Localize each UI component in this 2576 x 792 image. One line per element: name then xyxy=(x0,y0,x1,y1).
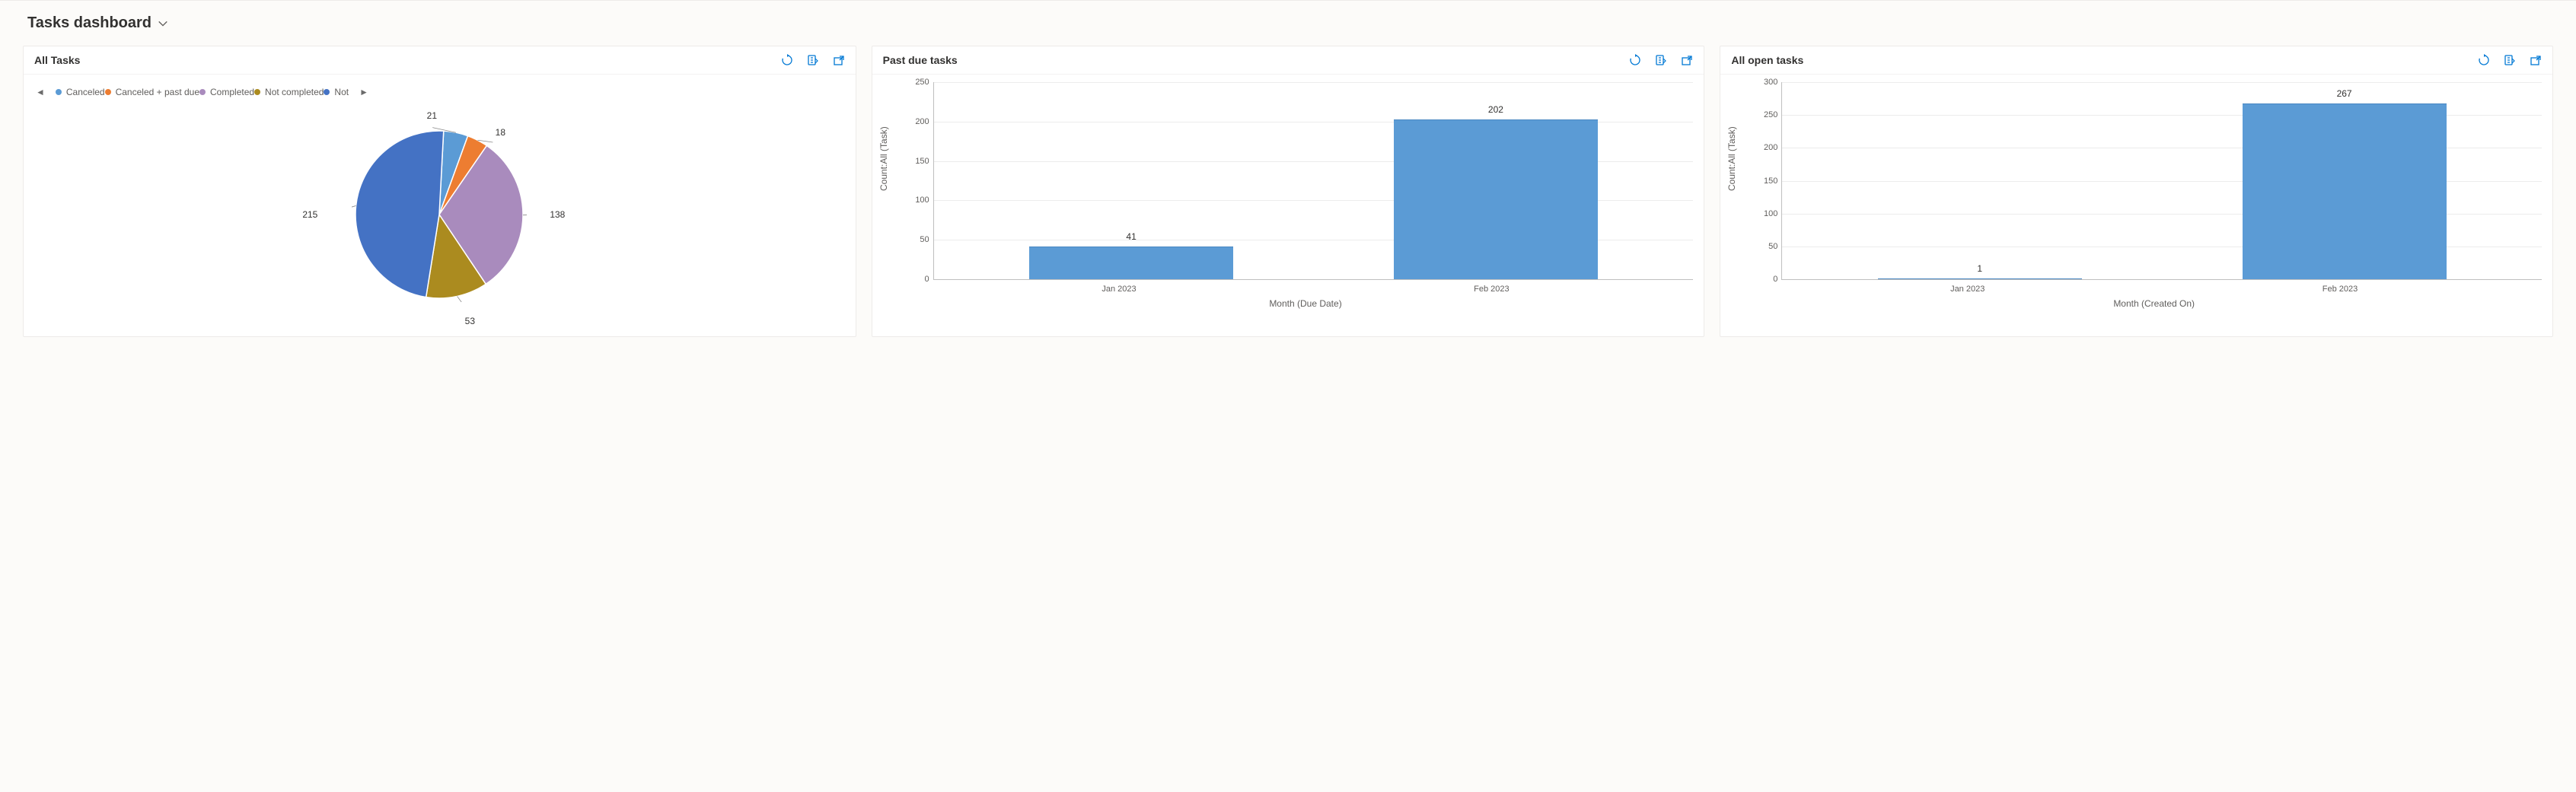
pie-value-label: 53 xyxy=(465,316,475,326)
bar[interactable] xyxy=(1394,119,1598,279)
y-tick-label: 200 xyxy=(915,117,929,126)
legend-label: Canceled xyxy=(66,87,105,97)
view-records-icon[interactable] xyxy=(2504,54,2516,66)
bar-value-label: 202 xyxy=(1488,104,1503,115)
card-actions xyxy=(1629,54,1693,66)
legend-swatch-icon xyxy=(56,89,62,95)
legend-label: Canceled + past due xyxy=(116,87,199,97)
bar-column[interactable]: 1 xyxy=(1834,263,2125,279)
bar-column[interactable]: 41 xyxy=(986,231,1277,279)
y-tick-label: 100 xyxy=(1764,209,1777,218)
bar-value-label: 267 xyxy=(2337,88,2352,99)
y-tick-label: 150 xyxy=(915,157,929,166)
pie-value-label: 18 xyxy=(496,127,505,138)
card-body: Count:All (Task) 0501001502002503001267 … xyxy=(1720,75,2552,326)
bar-column[interactable]: 202 xyxy=(1350,104,1641,279)
y-tick-label: 250 xyxy=(1764,110,1777,119)
legend-item[interactable]: Not completed xyxy=(254,87,324,97)
card-header: Past due tasks xyxy=(872,46,1704,75)
page-header: Tasks dashboard xyxy=(23,8,2553,46)
card-title: All Tasks xyxy=(34,54,80,66)
legend-label: Not completed xyxy=(265,87,324,97)
refresh-icon[interactable] xyxy=(2478,54,2490,66)
legend-swatch-icon xyxy=(105,89,111,95)
y-tick-label: 50 xyxy=(920,235,929,244)
y-tick-label: 0 xyxy=(925,275,929,284)
cards-row: All Tasks ◄ CanceledCanceled + pas xyxy=(23,46,2553,337)
bar-chart-past-due[interactable]: Count:All (Task) 05010015020025041202 Ja… xyxy=(883,82,1694,310)
card-header: All open tasks xyxy=(1720,46,2552,75)
x-tick-label: Jan 2023 xyxy=(1101,285,1136,294)
bar[interactable] xyxy=(1878,278,2082,279)
y-axis-label: Count:All (Task) xyxy=(1726,126,1737,191)
card-body: ◄ Canceled Canceled + past due Completed No… xyxy=(24,75,856,336)
x-tick-labels: Jan 2023 Feb 2023 xyxy=(918,280,1694,294)
dashboard-page: Tasks dashboard All Tasks xyxy=(0,0,2576,360)
legend-next-icon[interactable]: ► xyxy=(359,87,368,97)
card-open-tasks: All open tasks Count:All (Task) 05 xyxy=(1720,46,2553,337)
x-axis-label: Month (Created On) xyxy=(1766,298,2542,309)
bar[interactable] xyxy=(2243,103,2447,279)
legend-label: Not xyxy=(334,87,349,97)
legend-swatch-icon xyxy=(324,89,330,95)
pie-slice[interactable] xyxy=(355,131,444,297)
expand-icon[interactable] xyxy=(833,54,845,66)
x-tick-labels: Jan 2023 Feb 2023 xyxy=(1766,280,2542,294)
card-title: Past due tasks xyxy=(883,54,958,66)
view-records-icon[interactable] xyxy=(1655,54,1667,66)
legend-label: Completed xyxy=(210,87,254,97)
bar[interactable] xyxy=(1029,247,1233,279)
y-axis-label: Count:All (Task) xyxy=(878,126,889,191)
pie-chart[interactable]: 211813853215 xyxy=(34,108,845,321)
expand-icon[interactable] xyxy=(1681,54,1693,66)
pie-value-label: 215 xyxy=(302,209,317,220)
pie-value-label: 138 xyxy=(550,209,565,220)
legend-item[interactable]: Completed xyxy=(199,87,254,97)
x-tick-label: Jan 2023 xyxy=(1950,285,1985,294)
card-actions xyxy=(781,54,845,66)
card-body: Count:All (Task) 0 50 100 150 200 250 41 202 Ja… xyxy=(872,75,1704,326)
x-axis-label: Month (Due Date) xyxy=(918,298,1694,309)
card-past-due: Past due tasks Count:All (Task) 05 xyxy=(872,46,1705,337)
y-tick-label: 300 xyxy=(1764,78,1777,87)
card-title: All open tasks xyxy=(1731,54,1803,66)
legend-item[interactable]: Not xyxy=(324,87,349,97)
x-tick-label: Feb 2023 xyxy=(2323,285,2358,294)
card-header: All Tasks xyxy=(24,46,856,75)
refresh-icon[interactable] xyxy=(781,54,793,66)
bar-value-label: 41 xyxy=(1126,231,1136,242)
legend-item[interactable]: Canceled + past due xyxy=(105,87,199,97)
refresh-icon[interactable] xyxy=(1629,54,1641,66)
legend-swatch-icon xyxy=(199,89,206,95)
legend-swatch-icon xyxy=(254,89,260,95)
page-title: Tasks dashboard xyxy=(27,14,151,32)
view-records-icon[interactable] xyxy=(807,54,819,66)
legend-item[interactable]: Canceled xyxy=(56,87,105,97)
y-tick-label: 200 xyxy=(1764,143,1777,152)
expand-icon[interactable] xyxy=(2530,54,2542,66)
x-tick-label: Feb 2023 xyxy=(1474,285,1509,294)
y-tick-label: 0 xyxy=(1773,275,1777,284)
pie-legend: ◄ Canceled Canceled + past due Completed No… xyxy=(34,82,845,108)
card-actions xyxy=(2478,54,2542,66)
card-all-tasks: All Tasks ◄ CanceledCanceled + pas xyxy=(23,46,856,337)
bar-chart-open-tasks[interactable]: Count:All (Task) 0501001502002503001267 … xyxy=(1731,82,2542,310)
chevron-down-icon[interactable] xyxy=(158,18,168,29)
legend-prev-icon[interactable]: ◄ xyxy=(36,87,45,97)
y-tick-label: 250 xyxy=(915,78,929,87)
pie-value-label: 21 xyxy=(427,110,437,121)
bar-column[interactable]: 267 xyxy=(2198,88,2490,279)
bar-value-label: 1 xyxy=(1977,263,1982,274)
y-tick-label: 150 xyxy=(1764,177,1777,186)
y-tick-label: 50 xyxy=(1768,242,1777,251)
y-tick-label: 100 xyxy=(915,196,929,205)
